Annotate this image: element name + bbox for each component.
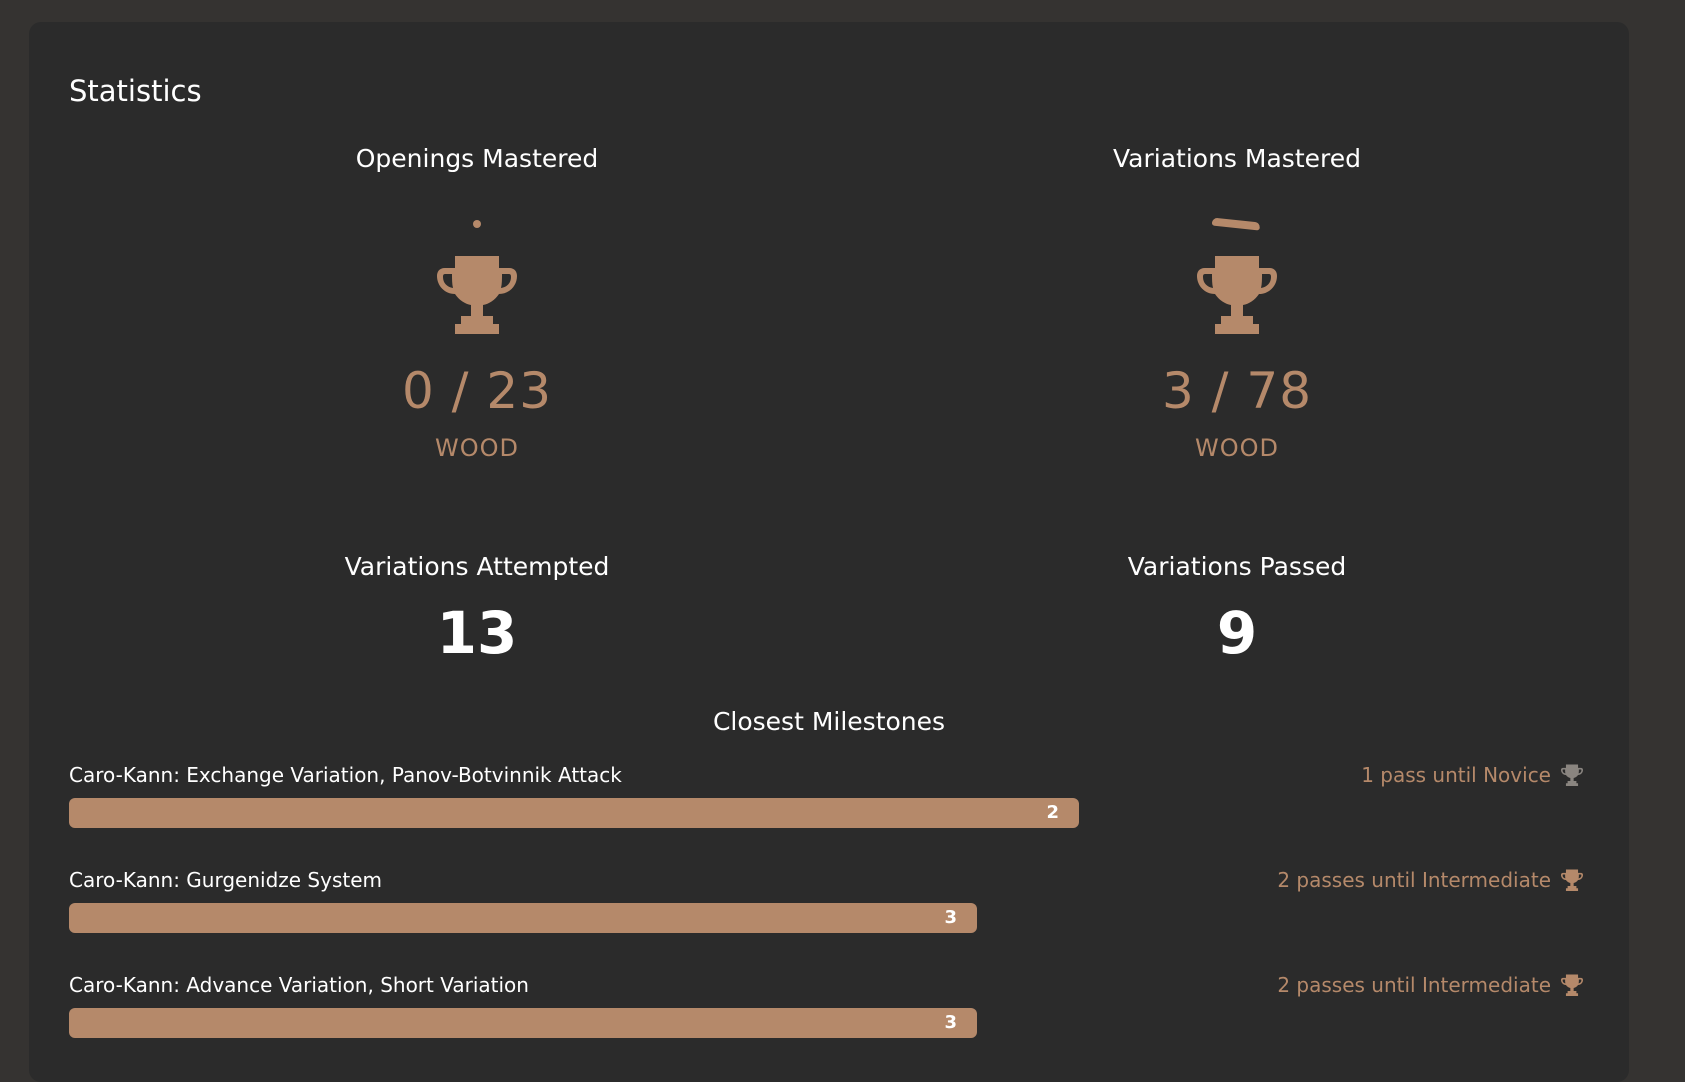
milestone-row: Caro-Kann: Gurgenidze System 2 passes un… [69,868,1583,938]
variations-passed-value: 9 [1216,599,1258,667]
milestone-goal: 2 passes until Intermediate [1277,868,1583,892]
variations-mastered-stat: Variations Mastered 3 / 78 WOOD [937,144,1537,504]
milestone-name: Caro-Kann: Exchange Variation, Panov-Bot… [69,763,622,787]
variations-attempted-label: Variations Attempted [344,552,610,581]
variations-mastered-ratio: 3 / 78 [1161,362,1313,420]
milestone-name: Caro-Kann: Gurgenidze System [69,868,383,892]
milestone-count: 3 [944,907,957,928]
milestone-count: 2 [1046,802,1059,823]
statistics-card: Statistics Openings Mastered 0 / 23 WOOD… [29,22,1629,1082]
milestone-goal: 2 passes until Intermediate [1277,973,1583,997]
trophy-icon [437,254,517,334]
milestone-progress-bar: 2 [69,798,1079,828]
milestone-progress-bar: 3 [69,1008,977,1038]
trophy-icon [1561,869,1583,891]
progress-indicator [473,220,481,228]
milestone-row: Caro-Kann: Exchange Variation, Panov-Bot… [69,763,1583,833]
milestone-name: Caro-Kann: Advance Variation, Short Vari… [69,973,529,997]
openings-mastered-label: Openings Mastered [355,144,599,173]
milestone-goal-text: 2 passes until Intermediate [1277,868,1551,892]
page-title: Statistics [69,74,202,108]
variations-passed-stat: Variations Passed 9 [937,552,1537,667]
milestones-title: Closest Milestones [712,707,946,736]
milestone-progress-bar: 3 [69,903,977,933]
milestone-row: Caro-Kann: Advance Variation, Short Vari… [69,973,1583,1043]
milestone-goal: 1 pass until Novice [1361,763,1583,787]
variations-passed-label: Variations Passed [1127,552,1347,581]
milestone-goal-text: 2 passes until Intermediate [1277,973,1551,997]
trophy-icon [1197,254,1277,334]
variations-attempted-value: 13 [436,599,518,667]
trophy-icon [1561,974,1583,996]
variations-mastered-label: Variations Mastered [1113,144,1361,173]
milestone-goal-text: 1 pass until Novice [1361,763,1551,787]
openings-mastered-stat: Openings Mastered 0 / 23 WOOD [177,144,777,504]
openings-mastered-tier: WOOD [435,434,519,462]
openings-mastered-ratio: 0 / 23 [401,362,553,420]
trophy-icon [1561,764,1583,786]
variations-mastered-tier: WOOD [1195,434,1279,462]
progress-indicator [1211,217,1261,231]
variations-attempted-stat: Variations Attempted 13 [177,552,777,667]
milestone-count: 3 [944,1012,957,1033]
